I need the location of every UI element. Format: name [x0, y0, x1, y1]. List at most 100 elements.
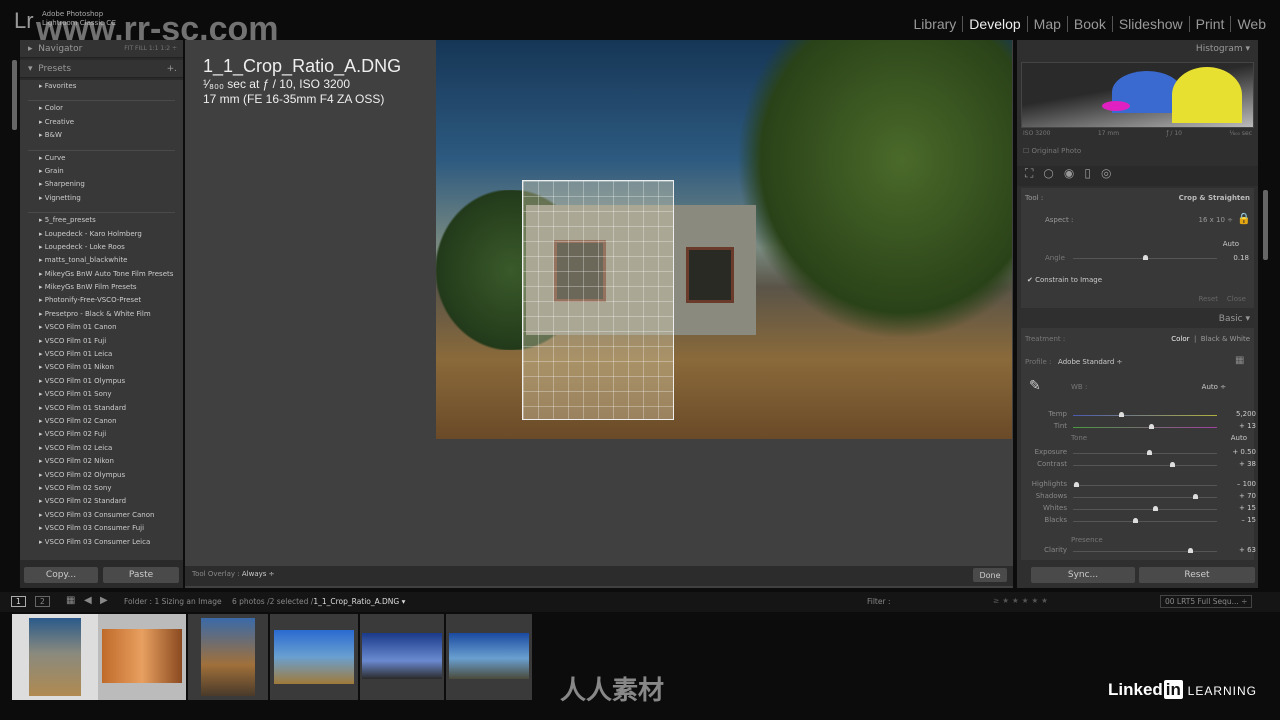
exposure-slider[interactable]	[1073, 450, 1217, 455]
preset-folder[interactable]: ▸ B&W	[20, 131, 183, 144]
highlights-slider[interactable]	[1073, 482, 1217, 487]
crop-overlay[interactable]	[522, 180, 674, 420]
filmstrip-thumbnail[interactable]	[270, 614, 358, 700]
grid-icon[interactable]: ▦	[66, 595, 75, 606]
preset-folder[interactable]: ▸ Color	[20, 104, 183, 117]
preset-folder[interactable]: ▸ VSCO Film 02 Fuji	[20, 430, 183, 443]
preset-folder[interactable]: ▸ Loupedeck - Karo Holmberg	[20, 230, 183, 243]
done-button[interactable]: Done	[973, 568, 1007, 582]
preset-folder[interactable]: ▸ VSCO Film 03 Consumer Fuji	[20, 524, 183, 537]
slider-thumb[interactable]	[1170, 462, 1176, 467]
slider-value[interactable]: + 15	[1239, 504, 1256, 512]
reset-button[interactable]: Reset	[1139, 567, 1255, 583]
basic-header[interactable]: Basic ▾	[1017, 314, 1258, 324]
photo-canvas[interactable]	[436, 40, 1012, 439]
preset-folder[interactable]: ▸ VSCO Film 01 Olympus	[20, 377, 183, 390]
module-map[interactable]: Map	[1026, 16, 1067, 32]
back-arrow-icon[interactable]: ◀	[84, 595, 92, 606]
preset-folder[interactable]: ▸ MikeyGs BnW Film Presets	[20, 283, 183, 296]
presets-header[interactable]: ▾ Presets +.	[20, 60, 183, 78]
tool-overlay-select[interactable]: Always ÷	[242, 570, 275, 578]
radial-filter-icon[interactable]: ◎	[1101, 166, 1121, 180]
histogram-chart[interactable]	[1021, 62, 1254, 128]
crop-auto-button[interactable]: Auto	[1021, 240, 1239, 248]
tint-slider[interactable]	[1073, 424, 1217, 429]
slider-value[interactable]: + 63	[1239, 546, 1256, 554]
filmstrip-thumbnail[interactable]	[188, 614, 268, 700]
preset-folder[interactable]: ▸ Creative	[20, 118, 183, 131]
original-photo-toggle[interactable]: ☐ Original Photo	[1017, 147, 1258, 155]
slider-value[interactable]: + 38	[1239, 460, 1256, 468]
slider-thumb[interactable]	[1187, 548, 1193, 553]
slider-value[interactable]: – 100	[1237, 480, 1256, 488]
module-print[interactable]: Print	[1188, 16, 1231, 32]
slider-value[interactable]: + 0.50	[1232, 448, 1256, 456]
constrain-checkbox[interactable]: ✔ Constrain to Image	[1021, 276, 1262, 284]
preset-folder[interactable]: ▸ Photonify-Free-VSCO-Preset	[20, 296, 183, 309]
preset-folder[interactable]: ▸ Favorites	[20, 82, 183, 95]
preset-folder[interactable]: ▸ VSCO Film 02 Olympus	[20, 471, 183, 484]
preset-folder[interactable]: ▸ VSCO Film 01 Leica	[20, 350, 183, 363]
preset-folder[interactable]: ▸ VSCO Film 03 Consumer Canon	[20, 511, 183, 524]
preset-folder[interactable]: ▸ 5_free_presets	[20, 216, 183, 229]
profile-select[interactable]: Adobe Standard ÷	[1058, 358, 1122, 366]
graduated-filter-icon[interactable]: ▯	[1084, 166, 1101, 180]
filmstrip-thumbnail-selected[interactable]	[98, 614, 186, 700]
module-book[interactable]: Book	[1066, 16, 1112, 32]
slider-value[interactable]: + 13	[1239, 422, 1256, 430]
slider-thumb[interactable]	[1132, 518, 1138, 523]
left-scrollbar[interactable]	[12, 60, 17, 130]
forward-arrow-icon[interactable]: ▶	[100, 595, 108, 606]
clarity-slider[interactable]	[1073, 548, 1217, 553]
preset-folder[interactable]: ▸ Vignetting	[20, 194, 183, 207]
slider-thumb[interactable]	[1148, 424, 1154, 429]
filmstrip-thumbnail[interactable]	[446, 614, 532, 700]
current-file[interactable]: 1_1_Crop_Ratio_A.DNG ▾	[313, 597, 405, 606]
shadows-slider[interactable]	[1073, 494, 1217, 499]
wb-select[interactable]: Auto ÷	[1021, 383, 1226, 391]
rating-filter[interactable]: ≥★★★★★	[993, 596, 1051, 605]
crop-reset-button[interactable]: Reset	[1198, 295, 1218, 303]
preset-folder[interactable]: ▸ VSCO Film 02 Leica	[20, 444, 183, 457]
preset-folder[interactable]: ▸ VSCO Film 01 Canon	[20, 323, 183, 336]
preset-folder[interactable]: ▸ Curve	[20, 154, 183, 167]
preset-folder[interactable]: ▸ VSCO Film 02 Nikon	[20, 457, 183, 470]
preset-folder[interactable]: ▸ VSCO Film 02 Canon	[20, 417, 183, 430]
preset-folder[interactable]: ▸ Loupedeck - Loke Roos	[20, 243, 183, 256]
module-web[interactable]: Web	[1230, 16, 1272, 32]
filmstrip-thumbnail[interactable]	[360, 614, 444, 700]
preset-folder[interactable]: ▸ VSCO Film 03 Consumer Leica	[20, 538, 183, 551]
slider-thumb[interactable]	[1193, 494, 1199, 499]
preset-folder[interactable]: ▸ VSCO Film 01 Nikon	[20, 363, 183, 376]
slider-value[interactable]: – 15	[1241, 516, 1256, 524]
paste-button[interactable]: Paste	[103, 567, 179, 583]
temp-slider[interactable]	[1073, 412, 1217, 417]
preset-folder[interactable]: ▸ MikeyGs BnW Auto Tone Film Presets	[20, 270, 183, 283]
aspect-select[interactable]: 16 x 10 ÷	[1021, 216, 1234, 224]
slider-value[interactable]: + 70	[1239, 492, 1256, 500]
copy-button[interactable]: Copy...	[24, 567, 98, 583]
preset-folder[interactable]: ▸ VSCO Film 01 Sony	[20, 390, 183, 403]
preset-folder[interactable]: ▸ Sharpening	[20, 180, 183, 193]
preset-folder[interactable]: ▸ matts_tonal_blackwhite	[20, 256, 183, 269]
module-library[interactable]: Library	[908, 16, 963, 32]
slider-thumb[interactable]	[1147, 450, 1153, 455]
slider-value[interactable]: 5,200	[1236, 410, 1256, 418]
lock-icon[interactable]: 🔒	[1237, 212, 1251, 225]
second-window-button[interactable]: 2	[35, 596, 50, 607]
preset-folder[interactable]: ▸ VSCO Film 02 Standard	[20, 497, 183, 510]
red-eye-icon[interactable]: ◉	[1064, 166, 1084, 180]
contrast-slider[interactable]	[1073, 462, 1217, 467]
module-slideshow[interactable]: Slideshow	[1111, 16, 1189, 32]
tone-auto-button[interactable]: Auto	[1021, 434, 1247, 442]
module-develop[interactable]: Develop	[962, 16, 1026, 32]
slider-thumb[interactable]	[1153, 506, 1159, 511]
whites-slider[interactable]	[1073, 506, 1217, 511]
folder-path[interactable]: Folder : 1 Sizing an Image	[124, 597, 222, 606]
preset-folder[interactable]: ▸ VSCO Film 02 Sony	[20, 484, 183, 497]
crop-tool-icon[interactable]: ⛶	[1025, 166, 1043, 180]
slider-thumb[interactable]	[1118, 412, 1124, 417]
angle-value[interactable]: 0.18	[1021, 254, 1249, 262]
navigator-header[interactable]: ▸ Navigator FIT FILL 1:1 1:2 ÷	[20, 40, 183, 58]
sync-button[interactable]: Sync...	[1031, 567, 1135, 583]
